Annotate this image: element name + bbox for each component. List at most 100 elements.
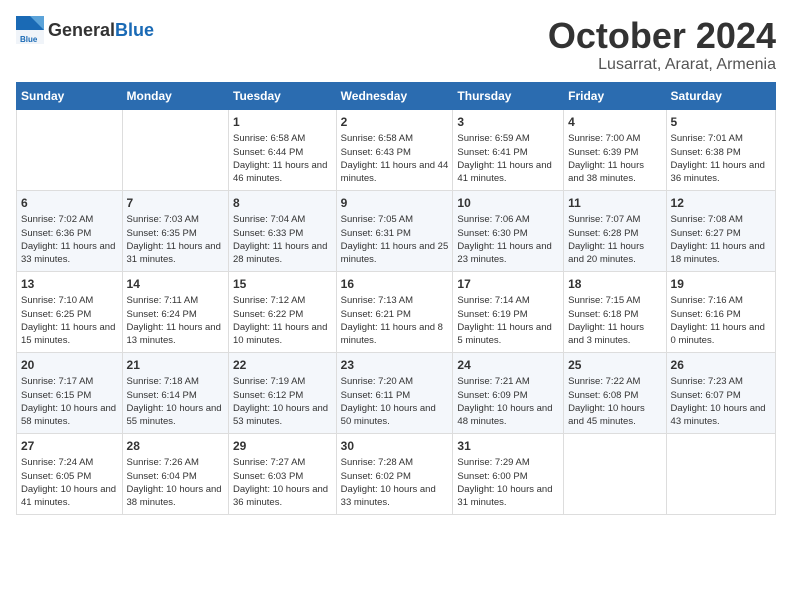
calendar-cell: 20Sunrise: 7:17 AMSunset: 6:15 PMDayligh…: [17, 352, 123, 433]
day-number: 14: [127, 276, 224, 293]
calendar-cell: 24Sunrise: 7:21 AMSunset: 6:09 PMDayligh…: [453, 352, 564, 433]
daylight-text: Daylight: 11 hours and 5 minutes.: [457, 321, 559, 348]
calendar-cell: 25Sunrise: 7:22 AMSunset: 6:08 PMDayligh…: [564, 352, 666, 433]
daylight-text: Daylight: 11 hours and 33 minutes.: [21, 240, 118, 267]
daylight-text: Daylight: 11 hours and 10 minutes.: [233, 321, 332, 348]
daylight-text: Daylight: 10 hours and 31 minutes.: [457, 483, 559, 510]
sunrise-text: Sunrise: 7:24 AM: [21, 456, 118, 469]
day-number: 22: [233, 357, 332, 374]
daylight-text: Daylight: 11 hours and 46 minutes.: [233, 159, 332, 186]
sunset-text: Sunset: 6:04 PM: [127, 470, 224, 483]
day-number: 27: [21, 438, 118, 455]
sunrise-text: Sunrise: 7:13 AM: [341, 294, 449, 307]
sunrise-text: Sunrise: 7:28 AM: [341, 456, 449, 469]
day-number: 9: [341, 195, 449, 212]
daylight-text: Daylight: 11 hours and 8 minutes.: [341, 321, 449, 348]
sunrise-text: Sunrise: 7:23 AM: [671, 375, 771, 388]
sunrise-text: Sunrise: 7:02 AM: [21, 213, 118, 226]
week-row-3: 13Sunrise: 7:10 AMSunset: 6:25 PMDayligh…: [17, 271, 776, 352]
day-number: 15: [233, 276, 332, 293]
daylight-text: Daylight: 11 hours and 44 minutes.: [341, 159, 449, 186]
day-number: 5: [671, 114, 771, 131]
daylight-text: Daylight: 10 hours and 33 minutes.: [341, 483, 449, 510]
day-number: 19: [671, 276, 771, 293]
sunset-text: Sunset: 6:09 PM: [457, 389, 559, 402]
sunset-text: Sunset: 6:11 PM: [341, 389, 449, 402]
sunset-text: Sunset: 6:44 PM: [233, 146, 332, 159]
sunrise-text: Sunrise: 7:27 AM: [233, 456, 332, 469]
daylight-text: Daylight: 11 hours and 41 minutes.: [457, 159, 559, 186]
day-number: 1: [233, 114, 332, 131]
sunrise-text: Sunrise: 7:16 AM: [671, 294, 771, 307]
calendar-cell: 19Sunrise: 7:16 AMSunset: 6:16 PMDayligh…: [666, 271, 775, 352]
calendar-cell: 12Sunrise: 7:08 AMSunset: 6:27 PMDayligh…: [666, 190, 775, 271]
day-number: 31: [457, 438, 559, 455]
header-day-tuesday: Tuesday: [229, 82, 337, 109]
daylight-text: Daylight: 10 hours and 38 minutes.: [127, 483, 224, 510]
calendar-cell: 1Sunrise: 6:58 AMSunset: 6:44 PMDaylight…: [229, 109, 337, 190]
week-row-4: 20Sunrise: 7:17 AMSunset: 6:15 PM Dayligh…: [17, 352, 776, 433]
sunrise-text: Sunrise: 7:29 AM: [457, 456, 559, 469]
sunrise-text: Sunrise: 7:10 AM: [21, 294, 118, 307]
sunrise-text: Sunrise: 7:18 AM: [127, 375, 224, 388]
day-number: 4: [568, 114, 661, 131]
sunset-text: Sunset: 6:21 PM: [341, 308, 449, 321]
daylight-text: Daylight: 11 hours and 18 minutes.: [671, 240, 771, 267]
daylight-text: Daylight: 11 hours and 25 minutes.: [341, 240, 449, 267]
day-number: 2: [341, 114, 449, 131]
daylight-text: Daylight: 10 hours and 53 minutes.: [233, 402, 332, 429]
sunset-text: Sunset: 6:27 PM: [671, 227, 771, 240]
daylight-text: Daylight: 11 hours and 3 minutes.: [568, 321, 661, 348]
daylight-text: Daylight: 10 hours and 50 minutes.: [341, 402, 449, 429]
sunrise-text: Sunrise: 7:26 AM: [127, 456, 224, 469]
sunrise-text: Sunrise: 6:58 AM: [233, 132, 332, 145]
sunrise-text: Sunrise: 7:03 AM: [127, 213, 224, 226]
daylight-text: Daylight: 11 hours and 36 minutes.: [671, 159, 771, 186]
sunrise-text: Sunrise: 7:15 AM: [568, 294, 661, 307]
calendar-cell: 29Sunrise: 7:27 AMSunset: 6:03 PMDayligh…: [229, 433, 337, 514]
sunrise-text: Sunrise: 7:07 AM: [568, 213, 661, 226]
page-header: Blue GeneralBlue October 2024 Lusarrat, …: [16, 16, 776, 74]
calendar-cell: 13Sunrise: 7:10 AMSunset: 6:25 PMDayligh…: [17, 271, 123, 352]
day-number: 13: [21, 276, 118, 293]
sunset-text: Sunset: 6:38 PM: [671, 146, 771, 159]
sunrise-text: Sunrise: 7:12 AM: [233, 294, 332, 307]
daylight-text: Daylight: 11 hours and 13 minutes.: [127, 321, 224, 348]
daylight-text: Daylight: 10 hours and 36 minutes.: [233, 483, 332, 510]
week-row-5: 27Sunrise: 7:24 AMSunset: 6:05 PM Dayligh…: [17, 433, 776, 514]
sunrise-text: Sunrise: 7:20 AM: [341, 375, 449, 388]
calendar-cell: [122, 109, 228, 190]
header-day-sunday: Sunday: [17, 82, 123, 109]
sunset-text: Sunset: 6:16 PM: [671, 308, 771, 321]
sunset-text: Sunset: 6:14 PM: [127, 389, 224, 402]
sunrise-text: Sunrise: 7:21 AM: [457, 375, 559, 388]
daylight-text: Daylight: 11 hours and 31 minutes.: [127, 240, 224, 267]
calendar-cell: 11Sunrise: 7:07 AMSunset: 6:28 PMDayligh…: [564, 190, 666, 271]
sunset-text: Sunset: 6:36 PM: [21, 227, 118, 240]
day-number: 16: [341, 276, 449, 293]
day-number: 28: [127, 438, 224, 455]
day-number: 11: [568, 195, 661, 212]
sunrise-text: Sunrise: 7:05 AM: [341, 213, 449, 226]
sunset-text: Sunset: 6:05 PM: [21, 470, 118, 483]
sunrise-text: Sunrise: 7:17 AM: [21, 375, 118, 388]
daylight-text: Daylight: 11 hours and 20 minutes.: [568, 240, 661, 267]
daylight-text: Daylight: 11 hours and 15 minutes.: [21, 321, 118, 348]
calendar-cell: 21Sunrise: 7:18 AMSunset: 6:14 PMDayligh…: [122, 352, 228, 433]
title-area: October 2024 Lusarrat, Ararat, Armenia: [548, 16, 776, 74]
sunset-text: Sunset: 6:24 PM: [127, 308, 224, 321]
sunset-text: Sunset: 6:39 PM: [568, 146, 661, 159]
sunset-text: Sunset: 6:00 PM: [457, 470, 559, 483]
sunrise-text: Sunrise: 6:59 AM: [457, 132, 559, 145]
calendar-cell: 5Sunrise: 7:01 AMSunset: 6:38 PMDaylight…: [666, 109, 775, 190]
sunset-text: Sunset: 6:31 PM: [341, 227, 449, 240]
day-number: 20: [21, 357, 118, 374]
logo: Blue GeneralBlue: [16, 16, 154, 44]
calendar-cell: 14Sunrise: 7:11 AMSunset: 6:24 PMDayligh…: [122, 271, 228, 352]
sunset-text: Sunset: 6:15 PM: [21, 389, 118, 402]
sunrise-text: Sunrise: 7:19 AM: [233, 375, 332, 388]
daylight-text: Daylight: 10 hours and 45 minutes.: [568, 402, 661, 429]
sunset-text: Sunset: 6:30 PM: [457, 227, 559, 240]
calendar-cell: 3Sunrise: 6:59 AMSunset: 6:41 PMDaylight…: [453, 109, 564, 190]
day-number: 17: [457, 276, 559, 293]
